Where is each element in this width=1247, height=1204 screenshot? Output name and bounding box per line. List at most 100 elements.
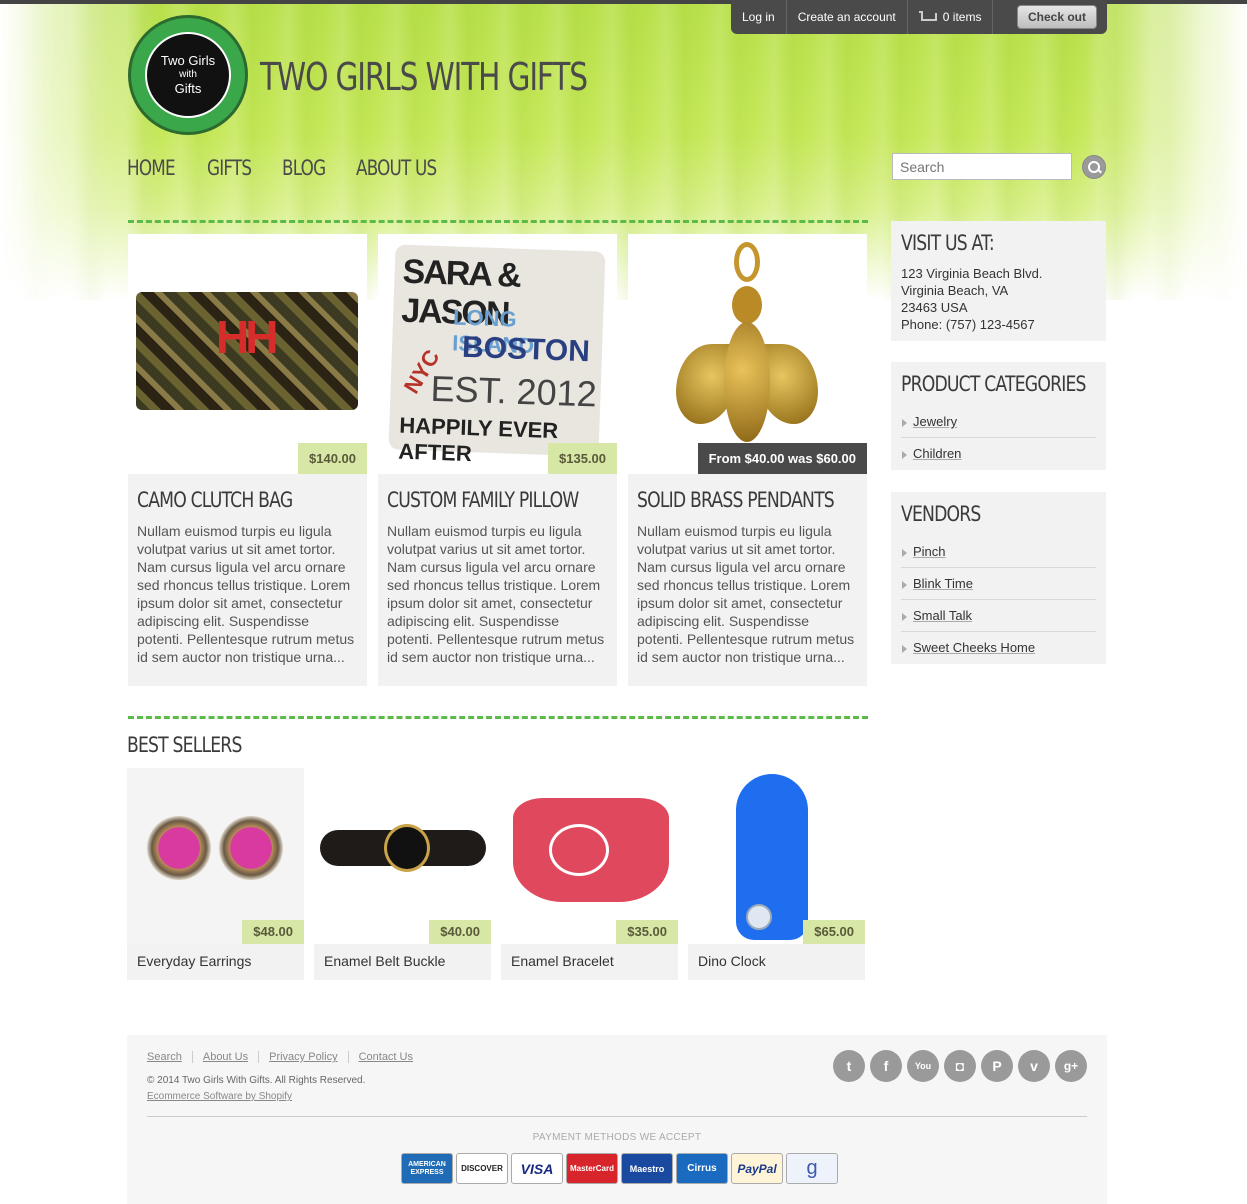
vendor-item: Pinch [901, 536, 1096, 568]
address-line: 123 Virginia Beach Blvd. [901, 266, 1043, 281]
product-description: Nullam euismod turpis eu ligula volutpat… [637, 523, 855, 665]
product-description: Nullam euismod turpis eu ligula volutpat… [137, 523, 355, 665]
nav-home[interactable]: HOME [127, 156, 176, 180]
vimeo-icon[interactable]: v [1018, 1050, 1050, 1082]
best-seller-image-bracelet[interactable]: $35.00 [501, 768, 678, 944]
nav-about-us[interactable]: ABOUT US [356, 156, 437, 180]
pillow-text: EST. 2012 [429, 367, 598, 415]
product-title[interactable]: CAMO CLUTCH BAG [137, 488, 326, 512]
best-seller-name[interactable]: Enamel Belt Buckle [314, 944, 491, 978]
price-tag: $35.00 [616, 920, 678, 944]
product-image-brass-pendant[interactable]: From $40.00 was $60.00 [628, 234, 867, 474]
category-link-jewelry[interactable]: Jewelry [913, 414, 957, 429]
clock-face [746, 904, 772, 930]
vendor-item: Small Talk [901, 600, 1096, 632]
search-input[interactable] [892, 153, 1072, 180]
best-sellers-row: $48.00 Everyday Earrings $40.00 Enamel B… [127, 768, 865, 980]
footer: Search About Us Privacy Policy Contact U… [127, 1035, 1107, 1204]
phone-number: Phone: (757) 123-4567 [901, 317, 1035, 332]
pendant-ring [734, 242, 760, 282]
address-line: 23463 USA [901, 300, 968, 315]
best-seller-image-dino-clock[interactable]: $65.00 [688, 768, 865, 944]
cart-link[interactable]: 0 items [908, 0, 994, 34]
cart-count: 0 items [942, 10, 982, 24]
copyright: © 2014 Two Girls With Gifts. All Rights … [147, 1075, 366, 1086]
section-divider-top [128, 220, 868, 223]
price-tag: $48.00 [242, 920, 304, 944]
vendor-link-small-talk[interactable]: Small Talk [913, 608, 972, 623]
category-item: Jewelry [901, 406, 1096, 438]
twitter-icon[interactable]: t [833, 1050, 865, 1082]
google-wallet-icon: g [786, 1153, 838, 1184]
checkout-button[interactable]: Check out [1017, 5, 1097, 29]
footer-link-privacy-policy[interactable]: Privacy Policy [258, 1051, 347, 1063]
vendor-link-blink-time[interactable]: Blink Time [913, 576, 973, 591]
best-sellers-title: BEST SELLERS [127, 733, 242, 757]
vendor-item: Blink Time [901, 568, 1096, 600]
nav-gifts[interactable]: GIFTS [207, 156, 252, 180]
product-image-family-pillow[interactable]: SARA & JASON NYC LONG ISLAND BOSTON EST.… [378, 234, 617, 474]
header-fade-right [1087, 0, 1247, 300]
cart-icon [918, 11, 937, 23]
login-link[interactable]: Log in [731, 0, 787, 34]
best-seller-card[interactable]: $48.00 Everyday Earrings [127, 768, 304, 980]
price-tag: $40.00 [429, 920, 491, 944]
product-card[interactable]: HH $140.00 CAMO CLUTCH BAG Nullam euismo… [128, 234, 367, 686]
pillow-text: BOSTON [461, 330, 591, 369]
visit-us-box: VISIT US AT: 123 Virginia Beach Blvd. Vi… [891, 221, 1106, 341]
best-seller-image-belt-buckle[interactable]: $40.00 [314, 768, 491, 944]
best-seller-name[interactable]: Everyday Earrings [127, 944, 304, 978]
site-title[interactable]: TWO GIRLS WITH GIFTS [260, 55, 588, 99]
product-card[interactable]: From $40.00 was $60.00 SOLID BRASS PENDA… [628, 234, 867, 686]
category-link-children[interactable]: Children [913, 446, 961, 461]
search-icon[interactable] [1082, 155, 1106, 179]
clutch-picture: HH [136, 292, 358, 410]
pillow-picture: SARA & JASON NYC LONG ISLAND BOSTON EST.… [388, 244, 606, 466]
best-seller-image-earrings[interactable]: $48.00 [127, 768, 304, 944]
facebook-icon[interactable]: f [870, 1050, 902, 1082]
best-seller-name[interactable]: Dino Clock [688, 944, 865, 978]
featured-products: HH $140.00 CAMO CLUTCH BAG Nullam euismo… [128, 234, 868, 686]
price-tag: $135.00 [548, 443, 617, 474]
best-seller-card[interactable]: $40.00 Enamel Belt Buckle [314, 768, 491, 980]
footer-divider [147, 1116, 1087, 1117]
mastercard-icon: MasterCard [566, 1153, 618, 1184]
address-line: Virginia Beach, VA [901, 283, 1009, 298]
footer-link-contact-us[interactable]: Contact Us [347, 1051, 423, 1063]
paypal-icon: PayPal [731, 1153, 783, 1184]
price-tag: $65.00 [803, 920, 865, 944]
best-seller-card[interactable]: $65.00 Dino Clock [688, 768, 865, 980]
logo-badge: Two Girls with Gifts [145, 32, 231, 118]
section-divider-bottom [128, 716, 868, 719]
instagram-icon[interactable]: ◘ [944, 1050, 976, 1082]
logo-line-3: Gifts [174, 81, 202, 96]
belt-buckle [384, 824, 430, 872]
product-image-camo-clutch[interactable]: HH $140.00 [128, 234, 367, 474]
vendor-link-sweet-cheeks-home[interactable]: Sweet Cheeks Home [913, 640, 1035, 655]
product-description: Nullam euismod turpis eu ligula volutpat… [387, 523, 605, 665]
categories-list: Jewelry Children [901, 406, 1096, 469]
earring-right [219, 816, 283, 880]
vendors-list: Pinch Blink Time Small Talk Sweet Cheeks… [901, 536, 1096, 663]
logo-line-1: Two Girls [160, 53, 216, 68]
site-logo[interactable]: Two Girls with Gifts [128, 15, 248, 135]
product-title[interactable]: CUSTOM FAMILY PILLOW [387, 488, 579, 512]
google-plus-icon[interactable]: g+ [1055, 1050, 1087, 1082]
pinterest-icon[interactable]: P [981, 1050, 1013, 1082]
visa-icon: VISA [511, 1153, 563, 1184]
account-bar: Log in Create an account 0 items Check o… [731, 0, 1107, 34]
best-seller-name[interactable]: Enamel Bracelet [501, 944, 678, 978]
youtube-icon[interactable]: You [907, 1050, 939, 1082]
cuff-monogram [549, 824, 609, 876]
nav-blog[interactable]: BLOG [282, 156, 326, 180]
footer-link-search[interactable]: Search [147, 1051, 192, 1063]
best-seller-card[interactable]: $35.00 Enamel Bracelet [501, 768, 678, 980]
product-title[interactable]: SOLID BRASS PENDANTS [637, 488, 835, 512]
earring-left [147, 816, 211, 880]
vendor-link-pinch[interactable]: Pinch [913, 544, 946, 559]
shopify-link[interactable]: Ecommerce Software by Shopify [147, 1091, 292, 1102]
create-account-link[interactable]: Create an account [787, 0, 908, 34]
product-card[interactable]: SARA & JASON NYC LONG ISLAND BOSTON EST.… [378, 234, 617, 686]
footer-link-about-us[interactable]: About Us [191, 1051, 258, 1063]
categories-title: PRODUCT CATEGORIES [901, 372, 1086, 396]
